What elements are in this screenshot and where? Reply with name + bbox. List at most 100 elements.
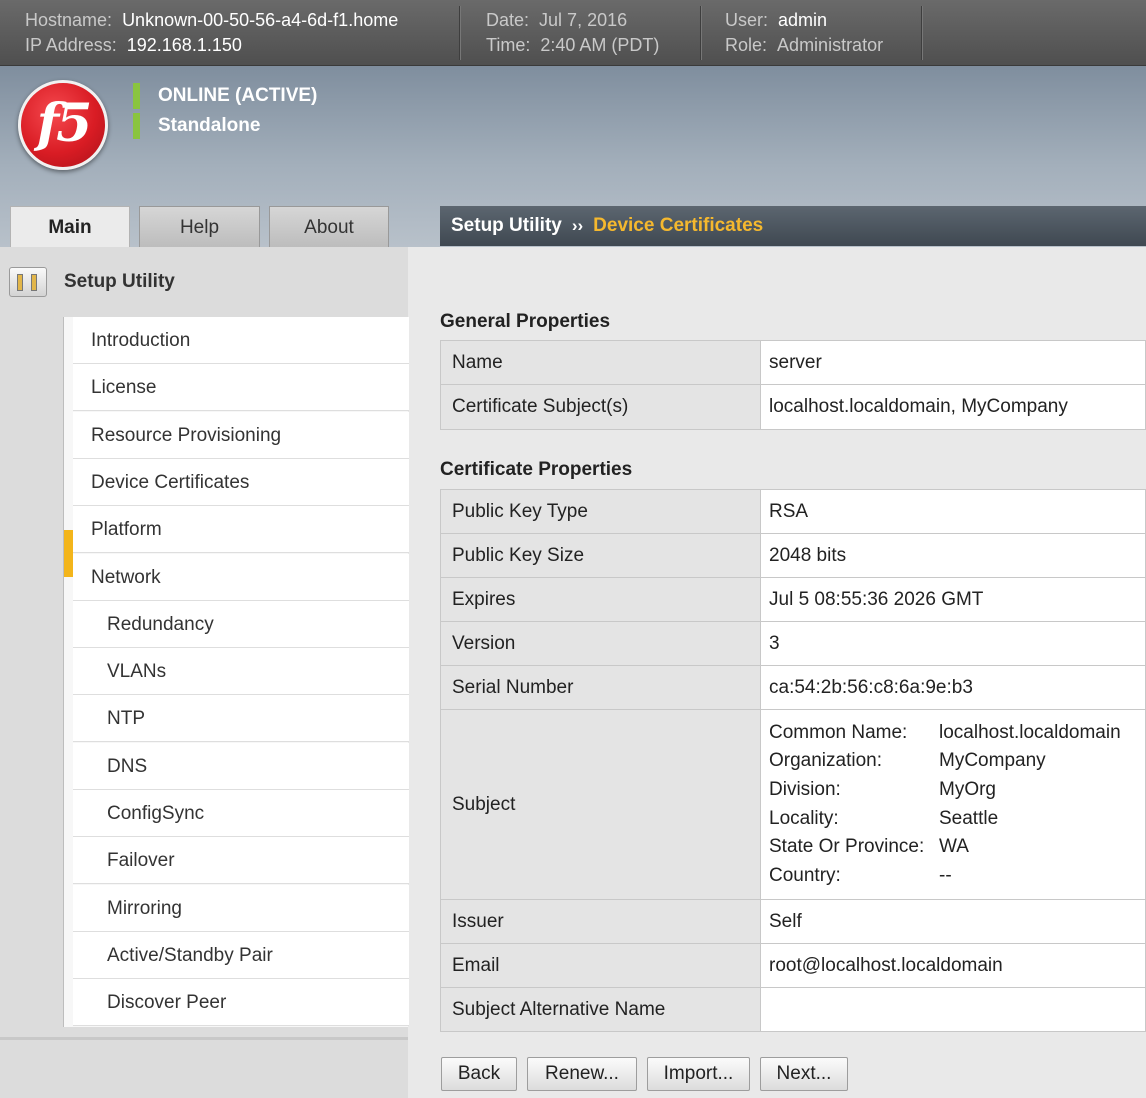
subject-field-label: Locality:: [769, 807, 839, 829]
table-row: Public Key Size 2048 bits: [440, 533, 1146, 578]
table-row: Subject Common Name: localhost.localdomai…: [440, 709, 1146, 900]
sidebar-nav: Introduction License Resource Provisioni…: [63, 317, 409, 1027]
subject-field: Country: --: [769, 862, 1134, 891]
table-row: Issuer Self: [440, 899, 1146, 944]
topbar-divider: [921, 6, 922, 60]
next-button[interactable]: Next...: [760, 1057, 848, 1091]
back-button[interactable]: Back: [441, 1057, 517, 1091]
general-properties-title: General Properties: [440, 311, 611, 332]
import-button[interactable]: Import...: [647, 1057, 750, 1091]
table-row: Expires Jul 5 08:55:36 2026 GMT: [440, 577, 1146, 622]
setup-utility-icon: [9, 267, 47, 297]
subject-field-value: --: [939, 864, 952, 886]
table-row: Name server: [440, 340, 1146, 385]
ip-value: 192.168.1.150: [126, 35, 242, 55]
sidebar-item-introduction[interactable]: Introduction: [73, 317, 409, 364]
sidebar-item-ntp[interactable]: NTP: [73, 695, 409, 742]
time-value: 2:40 AM (PDT): [540, 35, 660, 55]
property-value: server: [760, 340, 1146, 385]
time-label: Time:: [486, 35, 531, 55]
topbar-divider: [700, 6, 701, 60]
subject-field: State Or Province: WA: [769, 833, 1134, 862]
sidebar-item-configsync[interactable]: ConfigSync: [73, 790, 409, 837]
property-value: Jul 5 08:55:36 2026 GMT: [760, 577, 1146, 622]
property-key: Version: [440, 621, 761, 666]
sidebar-item-device-certificates[interactable]: Device Certificates: [73, 459, 409, 506]
breadcrumb-separator: ››: [571, 216, 584, 235]
sidebar-item-discover-peer[interactable]: Discover Peer: [73, 979, 409, 1026]
top-status-bar: Hostname: Unknown-00-50-56-a4-6d-f1.home…: [0, 0, 1146, 66]
property-value: 3: [760, 621, 1146, 666]
sidebar-item-license[interactable]: License: [73, 364, 409, 411]
property-key: Issuer: [440, 899, 761, 944]
property-value: localhost.localdomain, MyCompany: [760, 384, 1146, 430]
subject-field-value: WA: [939, 836, 969, 858]
property-value: 2048 bits: [760, 533, 1146, 578]
sidebar-item-network[interactable]: Network: [73, 554, 409, 601]
sidebar-item-resource-provisioning[interactable]: Resource Provisioning: [73, 412, 409, 459]
subject-details: Common Name: localhost.localdomain Organi…: [760, 709, 1146, 900]
date-value: Jul 7, 2016: [539, 10, 628, 30]
status-online: ONLINE (ACTIVE): [133, 83, 317, 109]
property-key: Public Key Size: [440, 533, 761, 578]
subject-field-value: MyOrg: [939, 778, 996, 800]
topbar-divider: [459, 6, 460, 60]
certificate-properties-table: Public Key Type RSA Public Key Size 2048…: [440, 489, 1146, 1032]
breadcrumb-parent[interactable]: Setup Utility: [451, 215, 562, 236]
tab-main[interactable]: Main: [10, 206, 130, 248]
sidebar-item-vlans[interactable]: VLANs: [73, 648, 409, 695]
property-key: Serial Number: [440, 665, 761, 710]
breadcrumb-current: Device Certificates: [593, 215, 764, 236]
subject-field: Locality: Seattle: [769, 805, 1134, 834]
subject-field: Common Name: localhost.localdomain: [769, 719, 1134, 748]
sidebar-item-platform[interactable]: Platform: [73, 506, 409, 553]
user-info: User: admin Role: Administrator: [725, 8, 883, 58]
sidebar-title[interactable]: Setup Utility: [64, 271, 175, 293]
status-mode: Standalone: [133, 113, 260, 139]
property-value: root@localhost.localdomain: [760, 943, 1146, 988]
property-value: ca:54:2b:56:c8:6a:9e:b3: [760, 665, 1146, 710]
table-row: Subject Alternative Name: [440, 987, 1146, 1032]
hostname-value: Unknown-00-50-56-a4-6d-f1.home: [122, 10, 399, 30]
date-label: Date:: [486, 10, 530, 30]
tab-about[interactable]: About: [269, 206, 389, 248]
property-key: Public Key Type: [440, 489, 761, 534]
role-value: Administrator: [777, 35, 884, 55]
host-info: Hostname: Unknown-00-50-56-a4-6d-f1.home…: [25, 8, 398, 58]
sidebar: Setup Utility Introduction License Resou…: [0, 247, 409, 1098]
sidebar-item-active-standby-pair[interactable]: Active/Standby Pair: [73, 932, 409, 979]
sidebar-item-mirroring[interactable]: Mirroring: [73, 885, 409, 932]
hostname-label: Hostname:: [25, 10, 113, 30]
certificate-properties-title: Certificate Properties: [440, 459, 633, 480]
breadcrumb: Setup Utility ›› Device Certificates: [440, 206, 1146, 246]
subject-field-value: localhost.localdomain: [939, 721, 1121, 743]
sidebar-item-dns[interactable]: DNS: [73, 743, 409, 790]
sidebar-item-redundancy[interactable]: Redundancy: [73, 601, 409, 648]
subject-field-value: MyCompany: [939, 750, 1046, 772]
renew-button[interactable]: Renew...: [527, 1057, 637, 1091]
subject-field-label: Common Name:: [769, 721, 908, 743]
table-row: Public Key Type RSA: [440, 489, 1146, 534]
property-key: Subject Alternative Name: [440, 987, 761, 1032]
datetime-info: Date: Jul 7, 2016 Time: 2:40 AM (PDT): [486, 8, 659, 58]
table-row: Serial Number ca:54:2b:56:c8:6a:9e:b3: [440, 665, 1146, 710]
property-key: Certificate Subject(s): [440, 384, 761, 430]
property-key: Email: [440, 943, 761, 988]
subject-field: Organization: MyCompany: [769, 747, 1134, 776]
table-row: Certificate Subject(s) localhost.localdo…: [440, 384, 1146, 430]
subject-field: Division: MyOrg: [769, 776, 1134, 805]
selected-indicator: [64, 530, 73, 577]
subject-field-label: State Or Province:: [769, 836, 925, 858]
f5-logo[interactable]: f5: [18, 80, 108, 170]
property-key: Name: [440, 340, 761, 385]
table-row: Email root@localhost.localdomain: [440, 943, 1146, 988]
sidebar-item-failover[interactable]: Failover: [73, 837, 409, 884]
tab-help[interactable]: Help: [139, 206, 260, 248]
logo-text: f5: [36, 93, 93, 154]
ip-label: IP Address:: [25, 35, 117, 55]
user-label: User:: [725, 10, 769, 30]
role-label: Role:: [725, 35, 768, 55]
table-row: Version 3: [440, 621, 1146, 666]
subject-field-label: Country:: [769, 864, 841, 886]
property-value: [760, 987, 1146, 1032]
